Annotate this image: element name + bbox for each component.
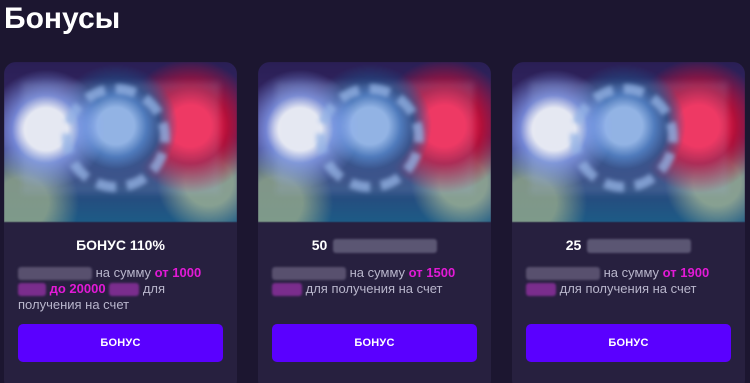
bonus-card-title: БОНУС 110%: [4, 237, 237, 253]
desc-amount: от 1900: [662, 265, 710, 280]
desc-amount: от 1500: [408, 265, 456, 280]
desc-amount: от 1000: [154, 265, 202, 280]
bonus-card[interactable]: БОНУС 110% на сумму от 1000 до 20000 для…: [4, 62, 237, 383]
bonus-button[interactable]: БОНУС: [272, 324, 477, 362]
bonus-card-list: БОНУС 110% на сумму от 1000 до 20000 для…: [4, 62, 745, 383]
bonus-card-title-text: БОНУС 110%: [76, 237, 165, 253]
desc-tail: для получения на счет: [305, 281, 443, 296]
bonus-button[interactable]: БОНУС: [18, 324, 223, 362]
desc-text: на сумму: [603, 265, 660, 280]
bonus-card-image: [258, 62, 491, 222]
desc-text: на сумму: [349, 265, 406, 280]
bonus-card-title-text: 50: [311, 237, 328, 253]
bonus-card-image: [512, 62, 745, 222]
bonus-card-title-text: 25: [565, 237, 582, 253]
bonus-card-image: [4, 62, 237, 222]
bonus-card-description: на сумму от 1000 до 20000 для получения …: [18, 265, 223, 313]
bonus-card-title: 25: [512, 237, 745, 254]
desc-tail: для получения на счет: [559, 281, 697, 296]
bonus-card-title: 50: [258, 237, 491, 254]
gear-icon: [316, 84, 424, 192]
blurred-text: [18, 267, 92, 281]
bonus-button[interactable]: БОНУС: [526, 324, 731, 362]
desc-text: на сумму: [95, 265, 152, 280]
bonuses-page: Бонусы БОНУС 110% на сумму от 1000 до 20…: [0, 0, 750, 383]
blurred-text: [272, 283, 302, 297]
blurred-text: [587, 239, 692, 254]
blurred-text: [272, 267, 346, 281]
blurred-text: [526, 267, 600, 281]
bonus-card-description: на сумму от 1500 для получения на счет: [272, 265, 477, 297]
blurred-text: [526, 283, 556, 297]
blurred-text: [333, 239, 438, 254]
blurred-text: [109, 283, 140, 297]
gear-icon: [62, 84, 170, 192]
bonus-card[interactable]: 25 на сумму от 1900 для получения на сче…: [512, 62, 745, 383]
bonus-card-description: на сумму от 1900 для получения на счет: [526, 265, 731, 297]
blurred-text: [18, 283, 46, 297]
bonus-card[interactable]: 50 на сумму от 1500 для получения на сче…: [258, 62, 491, 383]
page-title: Бонусы: [4, 2, 121, 35]
desc-amount: до 20000: [49, 281, 106, 296]
gear-icon: [570, 84, 678, 192]
